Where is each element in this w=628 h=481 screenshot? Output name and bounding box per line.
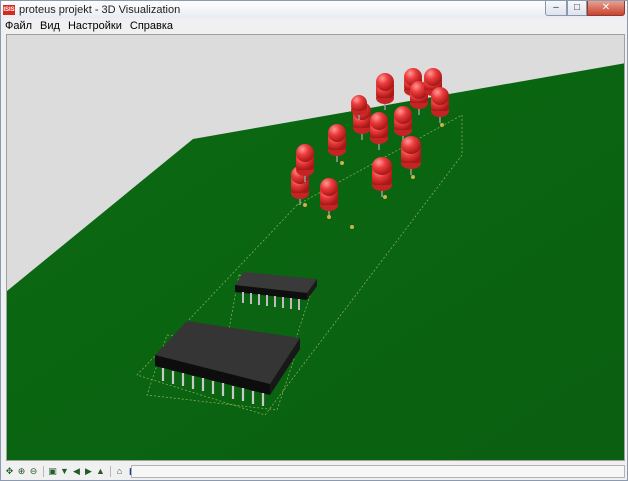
pcb-3d-scene[interactable] — [7, 35, 625, 461]
zoom-in-icon[interactable]: ⊕ — [16, 466, 27, 477]
window-controls: – □ ✕ — [545, 1, 625, 16]
maximize-icon[interactable]: □ — [567, 1, 587, 16]
right-view-icon[interactable]: ▶ — [83, 466, 94, 477]
application-window: ISIS proteus projekt - 3D Visualization … — [0, 0, 628, 481]
left-view-icon[interactable]: ◀ — [71, 466, 82, 477]
top-view-icon[interactable]: ▣ — [47, 466, 58, 477]
front-view-icon[interactable]: ▼ — [59, 466, 70, 477]
window-title: proteus projekt - 3D Visualization — [19, 3, 181, 16]
close-icon[interactable]: ✕ — [587, 1, 625, 16]
view-toolbar: ✥ ⊕ ⊖ ▣ ▼ ◀ ▶ ▲ ⌂ ▮ — [4, 464, 626, 479]
navigate-icon[interactable]: ✥ — [4, 466, 15, 477]
3d-viewport[interactable] — [6, 34, 625, 461]
menu-bar: Файл Вид Настройки Справка — [1, 18, 627, 33]
title-bar[interactable]: ISIS proteus projekt - 3D Visualization … — [1, 1, 627, 18]
toolbar-separator — [43, 466, 44, 477]
minimize-icon[interactable]: – — [545, 1, 567, 16]
menu-view[interactable]: Вид — [40, 20, 60, 32]
toolbar-separator — [110, 466, 111, 477]
menu-help[interactable]: Справка — [130, 20, 173, 32]
status-field — [131, 465, 625, 478]
home-view-icon[interactable]: ⌂ — [114, 466, 125, 477]
menu-file[interactable]: Файл — [5, 20, 32, 32]
back-view-icon[interactable]: ▲ — [95, 466, 106, 477]
zoom-out-icon[interactable]: ⊖ — [28, 466, 39, 477]
app-icon: ISIS — [3, 4, 15, 15]
menu-settings[interactable]: Настройки — [68, 20, 122, 32]
